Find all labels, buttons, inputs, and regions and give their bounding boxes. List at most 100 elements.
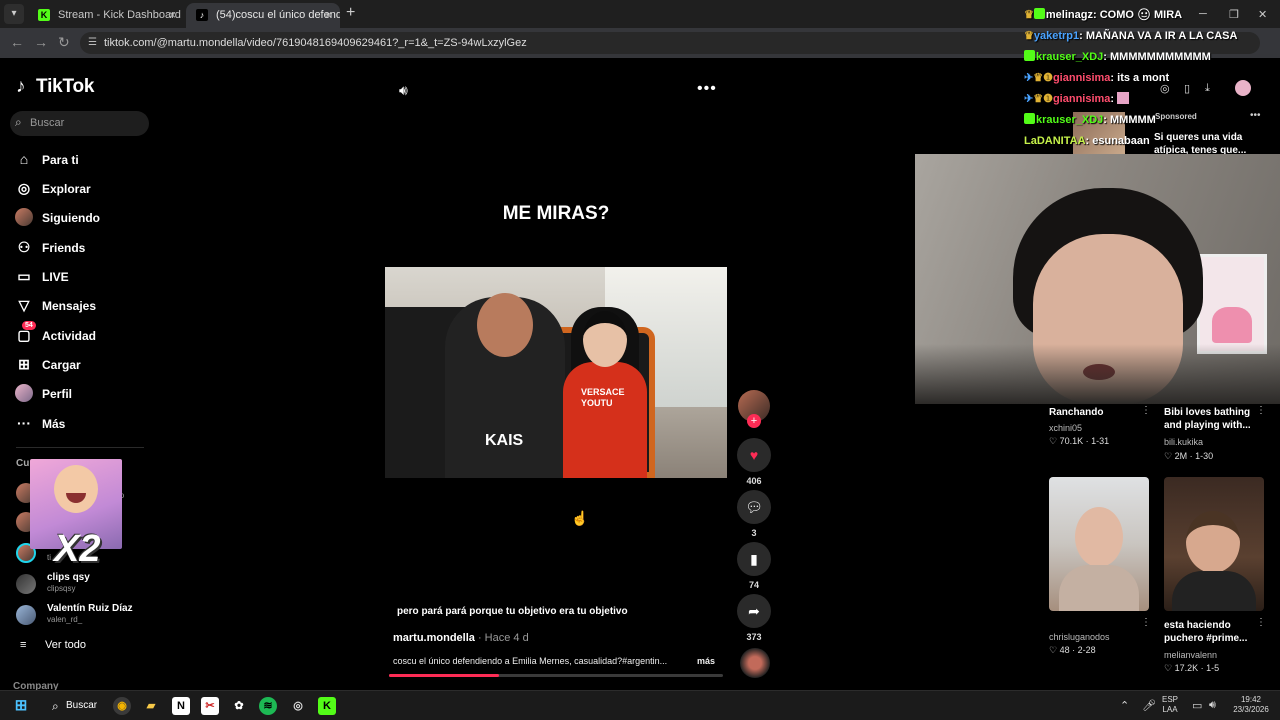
card-menu-icon[interactable]: ⋮ xyxy=(1256,405,1266,416)
minimize-icon[interactable]: ─ xyxy=(1199,8,1207,20)
card-menu-icon[interactable]: ⋮ xyxy=(1141,617,1151,628)
close-icon[interactable]: × xyxy=(169,8,176,22)
clock-date: 23/3/2026 xyxy=(1233,705,1269,714)
card-title[interactable]: Bibi loves bathing and playing with... xyxy=(1164,406,1264,432)
nav-item-friends[interactable]: ⚇ Friends xyxy=(15,238,155,260)
volume-icon[interactable]: 🔊︎ xyxy=(399,82,408,99)
card-menu-icon[interactable]: ⋮ xyxy=(1141,405,1151,416)
see-all-link[interactable]: ≡ Ver todo xyxy=(20,639,86,651)
thumb-person-head xyxy=(1075,507,1123,567)
card-user[interactable]: bili.kukika xyxy=(1164,437,1203,447)
logo-text: TikTok xyxy=(36,76,95,97)
nav-item-siguiendo[interactable]: Siguiendo xyxy=(15,208,155,230)
music-disc[interactable] xyxy=(740,648,770,678)
kick-badge-icon xyxy=(1024,113,1035,124)
kick-icon[interactable]: K xyxy=(318,697,336,715)
description-more-link[interactable]: más xyxy=(697,656,715,666)
card-thumbnail[interactable] xyxy=(1164,477,1264,611)
sponsored-label: Sponsored xyxy=(1155,112,1197,121)
following-account-clipsqsy[interactable]: clips qsy clipsqsy xyxy=(16,572,156,598)
card-likes: 48 xyxy=(1059,645,1070,655)
chat-text: MAÑANA VA A IR A LA CASA xyxy=(1085,30,1238,42)
card-user[interactable]: xchini05 xyxy=(1049,423,1082,433)
card-user[interactable]: melianvalenn xyxy=(1164,650,1217,660)
video-author[interactable]: martu.mondella · Hace 4 d xyxy=(393,632,529,644)
share-button[interactable]: ➦ xyxy=(737,594,771,628)
new-tab-icon[interactable]: + xyxy=(346,4,355,22)
tab-label: (54)coscu el único defendie xyxy=(216,9,340,21)
chat-text: MMMMM xyxy=(1110,114,1156,126)
snipping-tool-icon[interactable]: ✂ xyxy=(201,697,219,715)
phone-icon[interactable]: ▯ xyxy=(1184,82,1190,95)
nav-item-explorar[interactable]: ◎ Explorar xyxy=(15,179,155,201)
windows-start-icon[interactable]: ⊞ xyxy=(12,697,30,715)
nav-item-perfil[interactable]: Perfil xyxy=(15,384,155,406)
spotify-icon[interactable]: ≋ xyxy=(259,697,277,715)
more-icon: ··· xyxy=(17,415,31,431)
webcam-shadow xyxy=(915,344,1280,404)
like-button[interactable]: ♥ xyxy=(737,438,771,472)
video-progress-fill xyxy=(389,674,500,677)
back-icon[interactable]: ← xyxy=(10,34,24,50)
notion-icon[interactable]: N xyxy=(172,697,190,715)
tab-search-icon[interactable]: ▾ xyxy=(4,4,24,24)
taskbar-search[interactable]: ⌕ Buscar xyxy=(44,695,104,717)
nav-item-cargar[interactable]: ⊞ Cargar xyxy=(15,355,155,377)
comment-button[interactable]: 💬︎ xyxy=(737,490,771,524)
follow-plus-icon[interactable]: + xyxy=(747,414,761,428)
author-name[interactable]: martu.mondella xyxy=(393,632,475,644)
following-account-valen[interactable]: Valentín Ruiz Díaz valen_rd_ xyxy=(16,603,156,629)
nav-label: Siguiendo xyxy=(42,211,100,225)
save-count: 74 xyxy=(748,580,759,590)
nav-item-mensajes[interactable]: ▽ Mensajes xyxy=(15,296,155,318)
card-menu-icon[interactable]: ⋮ xyxy=(1256,617,1266,628)
video-person-right xyxy=(563,362,647,478)
nav-item-para-ti[interactable]: ⌂ Para ti xyxy=(15,150,155,172)
tab-kick-dashboard[interactable]: K Stream - Kick Dashboard × xyxy=(28,3,184,28)
chatgpt-icon[interactable]: ✿ xyxy=(230,697,248,715)
close-icon[interactable]: × xyxy=(325,8,332,22)
speaker-icon[interactable]: 🔊︎ xyxy=(1209,699,1216,712)
chat-user: giannisima xyxy=(1052,93,1111,105)
multiplier-label: X2 xyxy=(54,528,101,570)
mouse-cursor-icon: ☝ xyxy=(571,510,589,526)
obs-icon[interactable]: ◎ xyxy=(289,697,307,715)
screen: ▾ K Stream - Kick Dashboard × ♪ (54)cosc… xyxy=(0,0,1280,720)
download-icon[interactable]: ⤓ xyxy=(1205,82,1210,95)
post-date: · Hace 4 d xyxy=(474,632,529,644)
search-input[interactable]: ⌕ Buscar xyxy=(10,111,149,136)
card-thumbnail[interactable] xyxy=(1049,477,1149,611)
monitor-icon[interactable]: ▭ xyxy=(1192,699,1202,712)
nav-item-mas[interactable]: ··· Más xyxy=(15,414,155,436)
more-options-icon[interactable]: ••• xyxy=(697,80,717,98)
site-info-icon[interactable]: ☰ xyxy=(88,37,97,48)
tray-overflow-icon[interactable]: ⌃ xyxy=(1120,699,1129,712)
card-duration: 1-30 xyxy=(1195,451,1214,461)
nav-item-live[interactable]: ▭ LIVE xyxy=(15,267,155,289)
profile-avatar[interactable] xyxy=(1235,80,1251,96)
reload-icon[interactable]: ↻ xyxy=(58,34,70,51)
video-progress-bar[interactable] xyxy=(389,674,723,677)
tab-tiktok-video[interactable]: ♪ (54)coscu el único defendie × xyxy=(186,3,340,28)
microphone-icon[interactable]: 🎤︎ xyxy=(1142,699,1156,712)
card-title[interactable]: esta haciendo puchero #prime... xyxy=(1164,619,1264,645)
card-duration: 2-28 xyxy=(1077,645,1096,655)
maximize-icon[interactable]: ❐ xyxy=(1229,8,1239,21)
sponsored-more-icon[interactable]: ••• xyxy=(1250,110,1261,121)
video-frame[interactable]: VERSACE YOUTU KAIS xyxy=(385,267,727,478)
clock[interactable]: 19:42 23/3/2026 xyxy=(1226,695,1276,715)
nav-item-actividad[interactable]: ▢ 54 Actividad xyxy=(15,321,155,348)
save-button[interactable]: ▮ xyxy=(737,542,771,576)
input-language[interactable]: ESP LAA xyxy=(1162,695,1178,715)
card-stats: ♡ 17.2K · 1-5 xyxy=(1164,663,1220,673)
close-window-icon[interactable]: ✕ xyxy=(1258,8,1267,21)
card-title[interactable]: Ranchando xyxy=(1049,406,1149,419)
friends-icon: ⚇ xyxy=(17,239,31,255)
card-user[interactable]: chrisluganodos xyxy=(1049,632,1110,642)
forward-icon[interactable]: → xyxy=(34,34,48,50)
chat-user: giannisima xyxy=(1052,72,1111,84)
chrome-icon[interactable]: ◉ xyxy=(113,697,131,715)
file-explorer-icon[interactable]: ▰ xyxy=(142,697,160,715)
tiktok-logo[interactable]: ♪ TikTok xyxy=(16,76,94,98)
comment-count: 3 xyxy=(751,528,757,538)
